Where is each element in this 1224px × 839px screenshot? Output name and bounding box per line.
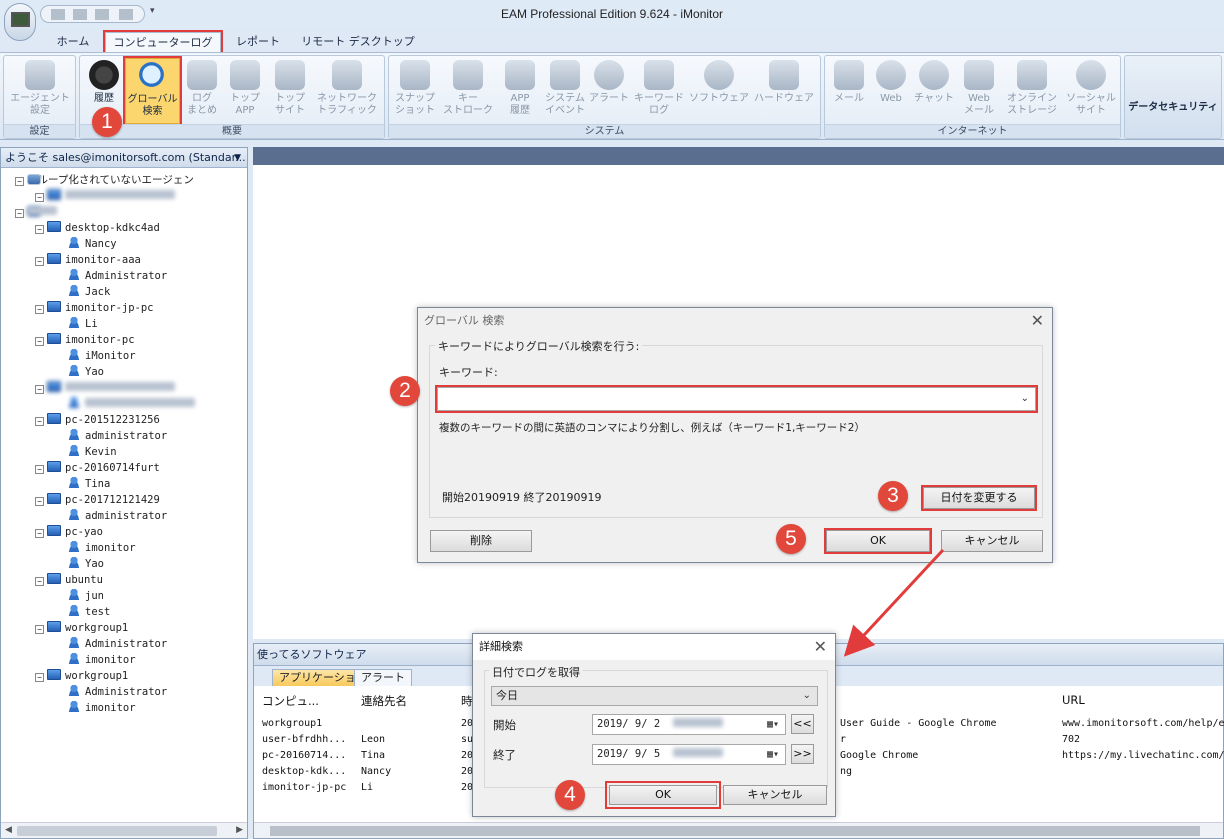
calendar-icon[interactable]: ▦▾ bbox=[767, 745, 779, 764]
end-label: 終了 bbox=[493, 748, 516, 762]
end-date-picker[interactable]: 2019/ 9/ 5 ▦▾ bbox=[592, 744, 786, 765]
calendar-icon[interactable]: ▦▾ bbox=[767, 715, 779, 734]
close-icon[interactable]: ✕ bbox=[814, 637, 827, 656]
chevron-down-icon[interactable]: ⌄ bbox=[803, 687, 811, 705]
start-label: 開始 bbox=[493, 718, 516, 732]
advanced-search-dialog: 詳細検索 ✕ 日付でログを取得 今日 ⌄ 開始 2019/ 9/ 2 ▦▾ <<… bbox=[472, 633, 836, 817]
callout-5: 5 bbox=[776, 524, 806, 554]
date-section-label: 日付でログを取得 bbox=[489, 664, 583, 680]
callout-4: 4 bbox=[555, 780, 585, 810]
ok-button[interactable]: OK bbox=[605, 781, 721, 809]
dialog-title: 詳細検索 bbox=[473, 634, 835, 660]
callout-2: 2 bbox=[390, 376, 420, 406]
cancel-button[interactable]: キャンセル bbox=[723, 785, 827, 805]
prev-date-button[interactable]: << bbox=[791, 714, 814, 734]
next-date-button[interactable]: >> bbox=[791, 744, 814, 764]
callout-3: 3 bbox=[878, 481, 908, 511]
period-select[interactable]: 今日 ⌄ bbox=[491, 686, 818, 706]
start-date-picker[interactable]: 2019/ 9/ 2 ▦▾ bbox=[592, 714, 786, 735]
callout-1: 1 bbox=[92, 107, 122, 137]
